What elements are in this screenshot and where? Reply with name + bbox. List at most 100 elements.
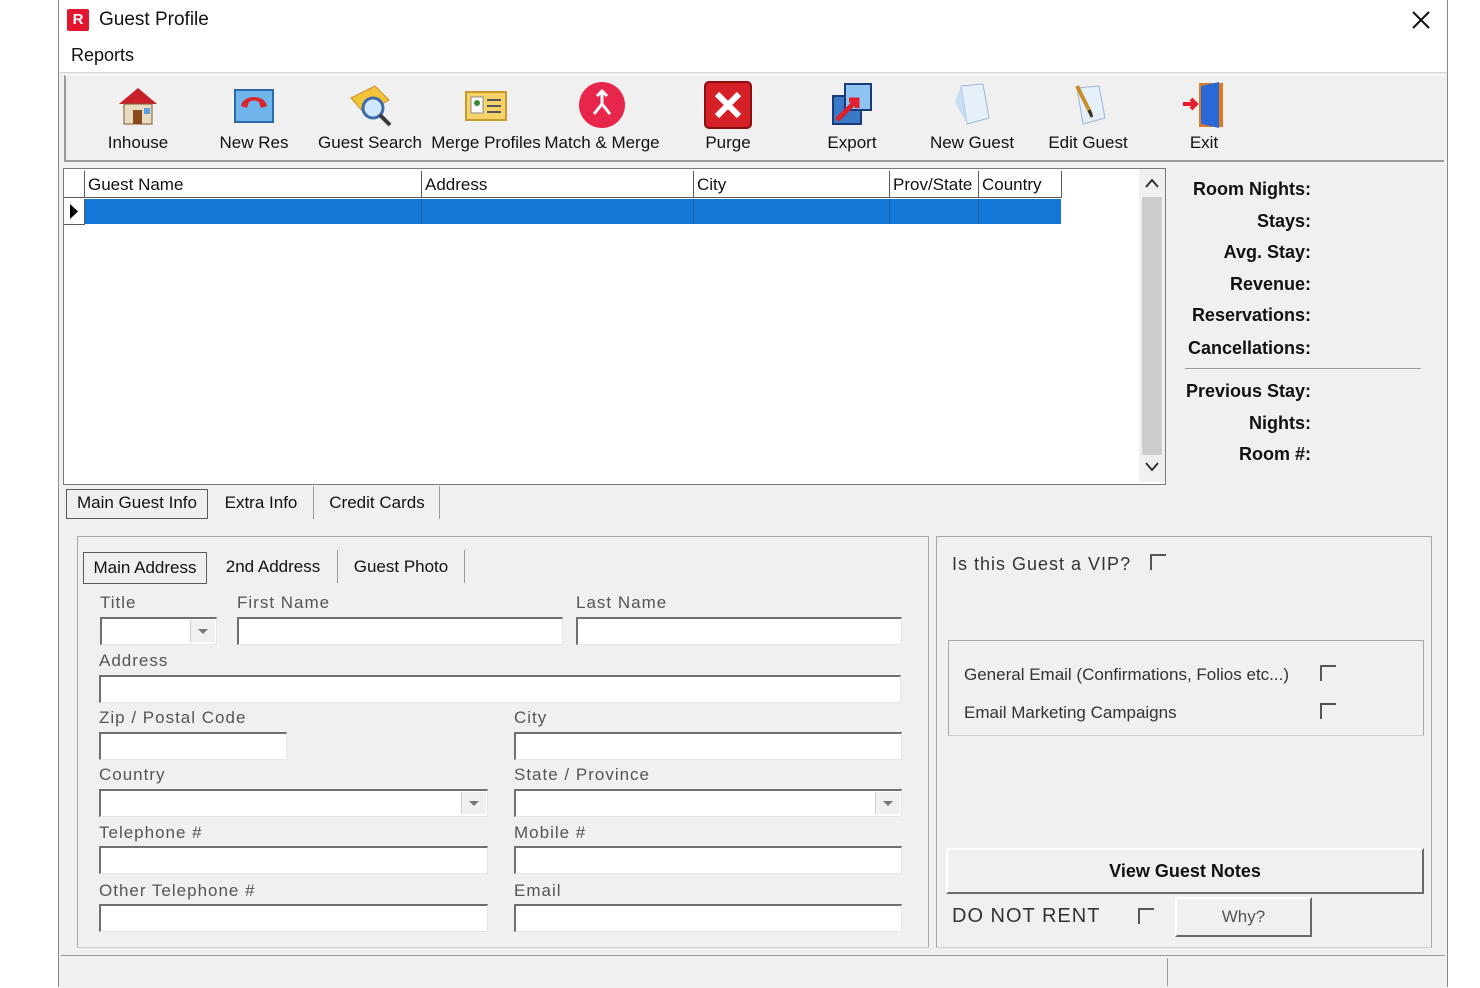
toolbar: Inhouse New Res Guest Search Merge Profi… [64, 75, 1444, 162]
merge-icon [579, 82, 625, 128]
exit-button[interactable]: Exit [1146, 76, 1262, 160]
mobile-input[interactable] [514, 846, 902, 874]
inhouse-button[interactable]: Inhouse [80, 76, 196, 160]
profile-card-icon [465, 91, 507, 121]
merge-profiles-button[interactable]: Merge Profiles [428, 76, 544, 160]
purge-button[interactable]: Purge [670, 76, 786, 160]
address-input[interactable] [99, 675, 901, 703]
city-label: City [514, 708, 548, 727]
new-guest-button[interactable]: New Guest [914, 76, 1030, 160]
do-not-rent-label: DO NOT RENT [952, 905, 1101, 927]
house-icon [119, 88, 157, 125]
zip-input[interactable] [99, 732, 287, 760]
close-button[interactable] [1407, 6, 1435, 34]
export-label: Export [827, 133, 877, 152]
table-row[interactable] [85, 199, 1061, 224]
scroll-up-icon[interactable] [1144, 177, 1160, 189]
address-label: Address [99, 651, 169, 670]
zip-label: Zip / Postal Code [99, 708, 247, 727]
stat-previous-stay: Previous Stay: [1185, 381, 1311, 401]
title-label: Title [100, 593, 137, 612]
first-name-input[interactable] [237, 617, 563, 645]
new-res-button[interactable]: New Res [196, 76, 312, 160]
guest-grid[interactable]: Guest Name Address City Prov/State Count… [63, 168, 1166, 485]
subtab-main-address[interactable]: Main Address [83, 552, 207, 584]
tab-main-guest-info[interactable]: Main Guest Info [66, 489, 208, 519]
stat-room-number: Room #: [1239, 444, 1311, 464]
general-email-checkbox[interactable] [1320, 665, 1336, 681]
email-marketing-checkbox[interactable] [1320, 703, 1336, 719]
vip-label: Is this Guest a VIP? [952, 554, 1132, 574]
stats-divider [1185, 368, 1421, 369]
status-bar [61, 955, 1445, 988]
why-button[interactable]: Why? [1175, 897, 1312, 937]
email-input[interactable] [514, 904, 902, 932]
email-prefs-groupbox: General Email (Confirmations, Folios etc… [948, 640, 1424, 736]
row-indicator [64, 199, 85, 225]
col-country[interactable]: Country [979, 171, 1062, 198]
edit-guest-label: Edit Guest [1048, 133, 1128, 152]
state-combo[interactable] [514, 789, 902, 817]
country-dropdown[interactable] [461, 792, 486, 814]
new-guest-label: New Guest [929, 133, 1015, 152]
stat-avg-stay: Avg. Stay: [1223, 242, 1311, 262]
guest-stats-panel: Room Nights: Stays: Avg. Stay: Revenue: … [1169, 165, 1445, 485]
col-guest-name[interactable]: Guest Name [85, 171, 422, 198]
last-name-input[interactable] [576, 617, 902, 645]
state-dropdown[interactable] [875, 792, 900, 814]
menu-bar: Reports [59, 40, 1447, 73]
subtab-guest-photo[interactable]: Guest Photo [338, 550, 465, 583]
guest-search-button[interactable]: Guest Search [312, 76, 428, 160]
export-icon [832, 83, 872, 125]
title-combo[interactable] [100, 617, 217, 645]
scroll-down-icon[interactable] [1144, 461, 1160, 473]
other-telephone-input[interactable] [99, 904, 488, 932]
exit-label: Exit [1189, 133, 1219, 152]
view-guest-notes-button[interactable]: View Guest Notes [946, 848, 1424, 894]
export-button[interactable]: Export [794, 76, 910, 160]
state-label: State / Province [514, 765, 651, 784]
row-pointer-icon [70, 204, 78, 219]
purge-label: Purge [705, 133, 751, 152]
address-groupbox: Main Address 2nd Address Guest Photo Tit… [77, 536, 929, 948]
vip-checkbox[interactable] [1150, 554, 1166, 570]
phone-icon [234, 89, 274, 123]
mobile-label: Mobile # [514, 823, 587, 842]
scroll-thumb[interactable] [1142, 197, 1162, 455]
menu-reports[interactable]: Reports [71, 45, 134, 66]
telephone-input[interactable] [99, 846, 488, 874]
city-input[interactable] [514, 732, 902, 760]
col-city[interactable]: City [694, 171, 890, 198]
new-document-icon [955, 83, 990, 125]
chevron-down-icon [469, 801, 479, 806]
inhouse-label: Inhouse [107, 133, 169, 152]
search-icon [350, 85, 392, 127]
stat-revenue: Revenue: [1229, 274, 1311, 294]
do-not-rent-checkbox[interactable] [1138, 908, 1154, 924]
col-address[interactable]: Address [422, 171, 694, 198]
title-dropdown[interactable] [190, 620, 215, 642]
country-combo[interactable] [99, 789, 488, 817]
cell-divider [421, 199, 422, 224]
stat-room-nights: Room Nights: [1193, 179, 1311, 199]
match-merge-button[interactable]: Match & Merge [544, 76, 660, 160]
edit-guest-button[interactable]: Edit Guest [1030, 76, 1146, 160]
chevron-down-icon [198, 629, 208, 634]
tab-extra-info[interactable]: Extra Info [209, 486, 314, 519]
delete-icon [704, 81, 752, 129]
main-tabs: Main Guest Info Extra Info Credit Cards [59, 486, 1447, 520]
col-prov-state[interactable]: Prov/State [890, 171, 979, 198]
other-telephone-label: Other Telephone # [99, 881, 256, 900]
tab-credit-cards[interactable]: Credit Cards [315, 486, 440, 519]
edit-icon [1075, 85, 1106, 125]
row-header-corner [64, 171, 85, 198]
grid-scrollbar[interactable] [1139, 169, 1165, 482]
subtab-2nd-address[interactable]: 2nd Address [209, 550, 338, 583]
close-icon [1412, 11, 1430, 29]
email-marketing-label: Email Marketing Campaigns [964, 703, 1177, 722]
guest-search-label: Guest Search [318, 133, 422, 152]
status-divider [1167, 958, 1168, 986]
telephone-label: Telephone # [99, 823, 203, 842]
app-logo: R [67, 9, 89, 31]
window-title: Guest Profile [99, 9, 209, 30]
